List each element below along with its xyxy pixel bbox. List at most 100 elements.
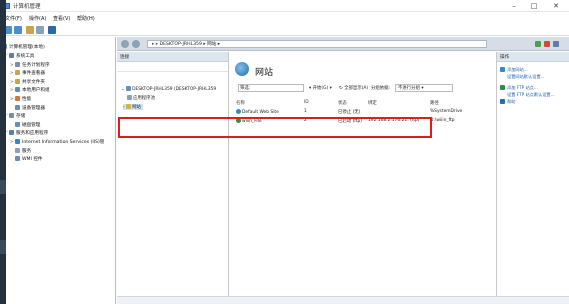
node-icon bbox=[15, 104, 20, 110]
globe-icon bbox=[235, 62, 249, 76]
breadcrumb-server[interactable]: DESKTOP-JRHL359 bbox=[160, 42, 202, 47]
connections-header: 连接 bbox=[117, 52, 228, 62]
title-bar: 计算机管理 – □ ✕ bbox=[0, 0, 569, 12]
column-name[interactable]: 名称 bbox=[235, 98, 303, 107]
node-icon bbox=[15, 139, 20, 144]
tree-item-label: 服务和应用程序 bbox=[16, 131, 49, 137]
tree-item-label: 任务计划程序 bbox=[22, 62, 50, 68]
column-id[interactable]: ID bbox=[303, 98, 337, 107]
connections-pane: 连接 ⌄ DESKTOP-JRHL359 (DESKTOP-JRHL359 应用… bbox=[117, 52, 229, 304]
tree-item-label: Internet Information Services (IIS)管 bbox=[22, 140, 105, 145]
group-by-select[interactable]: 不进行分组 ▾ bbox=[395, 84, 453, 92]
node-icon bbox=[15, 61, 20, 67]
computer-management-window: 计算机管理 – □ ✕ 文件(F) 操作(A) 查看(V) 帮助(H) 计算机管… bbox=[0, 0, 569, 304]
tree-app-pools[interactable]: 应用程序池 bbox=[127, 95, 155, 101]
menu-bar: 文件(F) 操作(A) 查看(V) 帮助(H) bbox=[0, 13, 569, 23]
action-site-defaults[interactable]: 设置网站默认设置... bbox=[497, 73, 569, 80]
show-tree-icon[interactable] bbox=[36, 26, 44, 34]
menu-action[interactable]: 操作(A) bbox=[29, 15, 46, 22]
column-binding[interactable]: 绑定 bbox=[367, 98, 429, 107]
menu-help[interactable]: 帮助(H) bbox=[77, 15, 95, 22]
tree-item-label: 存储 bbox=[16, 114, 26, 120]
site-icon bbox=[236, 108, 241, 114]
folder-up-icon[interactable] bbox=[26, 26, 34, 34]
filter-bar: 筛选: ▾ 开始(G) ▾ ↻ 全部显示(A) 分组依据: 不进行分组 ▾ bbox=[235, 84, 489, 93]
desktop-strip bbox=[0, 0, 6, 304]
connections-toolbar bbox=[117, 62, 228, 72]
forward-icon[interactable] bbox=[14, 26, 22, 34]
menu-view[interactable]: 查看(V) bbox=[53, 15, 70, 22]
refresh-icon[interactable] bbox=[535, 41, 541, 47]
show-all-button[interactable]: ↻ 全部显示(A) bbox=[339, 85, 368, 91]
help-icon bbox=[500, 99, 505, 104]
tree-item-label: WMI 控件 bbox=[22, 157, 43, 163]
node-icon bbox=[15, 96, 20, 101]
tree-item-label: 磁盘管理 bbox=[22, 122, 41, 128]
tree-server[interactable]: ⌄ DESKTOP-JRHL359 (DESKTOP-JRHL359 bbox=[121, 86, 216, 92]
node-icon bbox=[15, 78, 20, 84]
page-title: 网站 bbox=[255, 68, 274, 78]
back-icon[interactable] bbox=[121, 40, 129, 48]
status-bar bbox=[117, 296, 569, 304]
tree-sites[interactable]: › 网站 bbox=[123, 104, 143, 110]
tree-item[interactable]: > 事件查看器 bbox=[10, 70, 45, 78]
action-ftp-defaults[interactable]: 设置 FTP 站点默认设置... bbox=[497, 91, 569, 98]
tree-item-label: 设备管理器 bbox=[22, 105, 45, 111]
breadcrumb[interactable]: ▸ ▸ DESKTOP-JRHL359 ▸ 网站 ▸ bbox=[147, 40, 487, 48]
tree-item[interactable]: ﹀ 服务和应用程序 bbox=[4, 130, 48, 138]
window-title: 计算机管理 bbox=[13, 4, 41, 10]
tree-item[interactable]: 设备管理器 bbox=[10, 104, 45, 113]
tree-item[interactable]: > 共享文件夹 bbox=[10, 78, 45, 87]
node-icon bbox=[15, 70, 20, 76]
minimize-button[interactable]: – bbox=[505, 1, 523, 11]
node-icon bbox=[9, 113, 14, 119]
console-tree: 计算机管理(本地) ﹀ 系统工具 > 任务计划程序 > 事件查看器 > 共享文件夹 > 本地用户和… bbox=[0, 37, 116, 304]
node-icon bbox=[15, 121, 20, 127]
column-status[interactable]: 状态 bbox=[337, 98, 367, 107]
filter-label: 筛选: bbox=[240, 86, 251, 91]
forward-icon[interactable] bbox=[132, 40, 140, 48]
column-path[interactable]: 路径 bbox=[429, 98, 489, 107]
help-icon[interactable] bbox=[48, 26, 56, 34]
actions-pane: 操作 添加网站... 设置网站默认设置... 添加 FTP 站点... 设置 F… bbox=[496, 52, 569, 304]
node-icon bbox=[15, 156, 20, 162]
breadcrumb-sites[interactable]: 网站 bbox=[207, 42, 216, 47]
tree-item-label: 性能 bbox=[22, 97, 32, 102]
start-filter-button[interactable]: ▾ 开始(G) ▾ bbox=[309, 85, 332, 91]
tree-item[interactable]: WMI 控件 bbox=[10, 156, 43, 164]
toolbar bbox=[0, 24, 569, 36]
add-site-icon bbox=[500, 67, 505, 72]
action-add-site[interactable]: 添加网站... bbox=[497, 66, 569, 73]
tree-root[interactable]: 计算机管理(本地) bbox=[2, 44, 45, 52]
node-icon bbox=[15, 147, 20, 153]
iis-manager: ▸ ▸ DESKTOP-JRHL359 ▸ 网站 ▸ 连接 ⌄ DESKTOP-… bbox=[117, 37, 569, 304]
tree-item[interactable]: 磁盘管理 bbox=[10, 121, 41, 130]
group-by-label: 分组依据: bbox=[371, 86, 391, 91]
table-row[interactable]: Default Web Site 1 已停止 (无) %SystemDrive bbox=[235, 107, 489, 116]
tree-item[interactable]: > 本地用户和组 bbox=[10, 87, 50, 95]
node-icon bbox=[9, 53, 14, 58]
tree-item[interactable]: ﹀ 系统工具 bbox=[4, 53, 34, 61]
sites-pane: 网站 筛选: ▾ 开始(G) ▾ ↻ 全部显示(A) 分组依据: 不进行分组 ▾… bbox=[231, 52, 491, 304]
action-add-ftp[interactable]: 添加 FTP 站点... bbox=[497, 84, 569, 91]
action-help[interactable]: 帮助 bbox=[497, 98, 569, 105]
maximize-button[interactable]: □ bbox=[525, 1, 543, 11]
tree-item[interactable]: > 任务计划程序 bbox=[10, 61, 50, 70]
tree-item-label: 共享文件夹 bbox=[22, 79, 45, 85]
tree-item-label: 事件查看器 bbox=[22, 71, 45, 77]
menu-file[interactable]: 文件(F) bbox=[5, 15, 22, 22]
node-icon bbox=[9, 130, 14, 136]
home-icon[interactable] bbox=[553, 41, 559, 47]
close-button[interactable]: ✕ bbox=[547, 1, 565, 11]
tree-item-label: 本地用户和组 bbox=[22, 88, 50, 94]
highlight-box bbox=[118, 117, 432, 138]
actions-header: 操作 bbox=[497, 52, 569, 62]
tree-item[interactable]: ﹀ 存储 bbox=[4, 113, 25, 121]
tree-item[interactable]: > 性能 bbox=[10, 96, 31, 104]
stop-icon[interactable] bbox=[544, 41, 550, 47]
tree-item-label: 系统工具 bbox=[16, 54, 35, 59]
node-icon bbox=[15, 87, 20, 93]
address-bar: ▸ ▸ DESKTOP-JRHL359 ▸ 网站 ▸ bbox=[117, 37, 569, 51]
tree-item[interactable]: > Internet Information Services (IIS)管 bbox=[10, 139, 104, 147]
tree-item[interactable]: 服务 bbox=[10, 147, 31, 156]
